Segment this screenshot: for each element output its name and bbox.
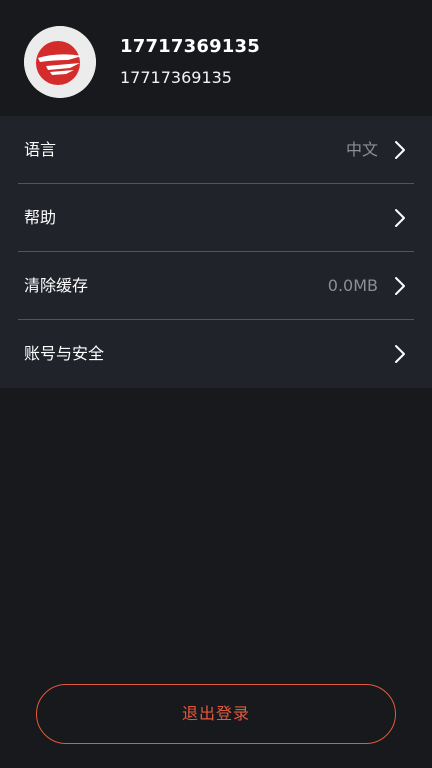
settings-list: 语言 中文 帮助 清除缓存 0.0MB 账号与安全 (0, 116, 432, 388)
settings-item-label: 账号与安全 (24, 344, 105, 363)
language-value: 中文 (345, 140, 378, 159)
avatar[interactable] (24, 26, 96, 98)
settings-item-language[interactable]: 语言 中文 (0, 116, 432, 184)
settings-item-account-security[interactable]: 账号与安全 (0, 320, 432, 388)
chevron-right-icon (395, 277, 405, 295)
user-phone: 17717369135 (120, 68, 232, 87)
chevron-right-icon (395, 209, 405, 227)
user-name: 17717369135 (120, 36, 260, 57)
settings-item-label: 语言 (24, 140, 57, 159)
settings-item-label: 帮助 (24, 208, 57, 227)
profile-header: 17717369135 17717369135 (0, 0, 432, 116)
settings-item-help[interactable]: 帮助 (0, 184, 432, 252)
chevron-right-icon (395, 345, 405, 363)
logout-button[interactable]: 退出登录 (36, 684, 396, 744)
cache-size-value: 0.0MB (327, 276, 378, 295)
chevron-right-icon (395, 141, 405, 159)
red-bird-logo-icon (24, 26, 96, 98)
settings-item-clear-cache[interactable]: 清除缓存 0.0MB (0, 252, 432, 320)
settings-item-label: 清除缓存 (24, 276, 89, 295)
